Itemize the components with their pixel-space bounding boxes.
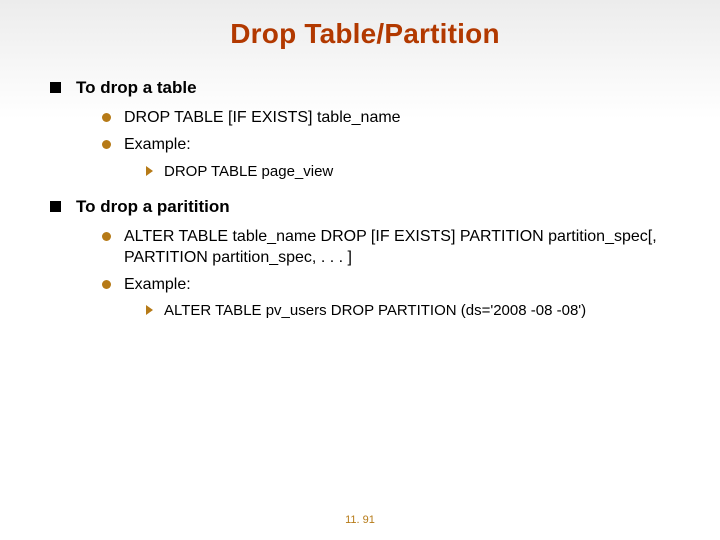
section-item: To drop a table DROP TABLE [IF EXISTS] t… bbox=[50, 78, 680, 181]
example-item: ALTER TABLE pv_users DROP PARTITION (ds=… bbox=[146, 301, 680, 321]
sub-item: Example: ALTER TABLE pv_users DROP PARTI… bbox=[102, 275, 680, 321]
subsection-list: ALTER TABLE table_name DROP [IF EXISTS] … bbox=[76, 227, 680, 321]
example-text: DROP TABLE page_view bbox=[164, 163, 333, 180]
sub-item: DROP TABLE [IF EXISTS] table_name bbox=[102, 108, 680, 129]
slide-title: Drop Table/Partition bbox=[50, 18, 680, 50]
example-list: DROP TABLE page_view bbox=[124, 162, 680, 182]
subsection-list: DROP TABLE [IF EXISTS] table_name Exampl… bbox=[76, 108, 680, 181]
sub-item: Example: DROP TABLE page_view bbox=[102, 135, 680, 181]
sub-item-text: Example: bbox=[124, 136, 191, 153]
section-heading: To drop a table bbox=[76, 78, 197, 97]
sub-item-text: DROP TABLE [IF EXISTS] table_name bbox=[124, 109, 401, 126]
page-number: 11. 91 bbox=[0, 514, 720, 526]
section-item: To drop a paritition ALTER TABLE table_n… bbox=[50, 197, 680, 321]
content-list: To drop a table DROP TABLE [IF EXISTS] t… bbox=[50, 78, 680, 321]
sub-item: ALTER TABLE table_name DROP [IF EXISTS] … bbox=[102, 227, 680, 269]
example-item: DROP TABLE page_view bbox=[146, 162, 680, 182]
sub-item-text: ALTER TABLE table_name DROP [IF EXISTS] … bbox=[124, 228, 657, 266]
example-list: ALTER TABLE pv_users DROP PARTITION (ds=… bbox=[124, 301, 680, 321]
section-heading: To drop a paritition bbox=[76, 197, 230, 216]
example-text: ALTER TABLE pv_users DROP PARTITION (ds=… bbox=[164, 302, 586, 319]
sub-item-text: Example: bbox=[124, 276, 191, 293]
slide: Drop Table/Partition To drop a table DRO… bbox=[0, 0, 720, 321]
